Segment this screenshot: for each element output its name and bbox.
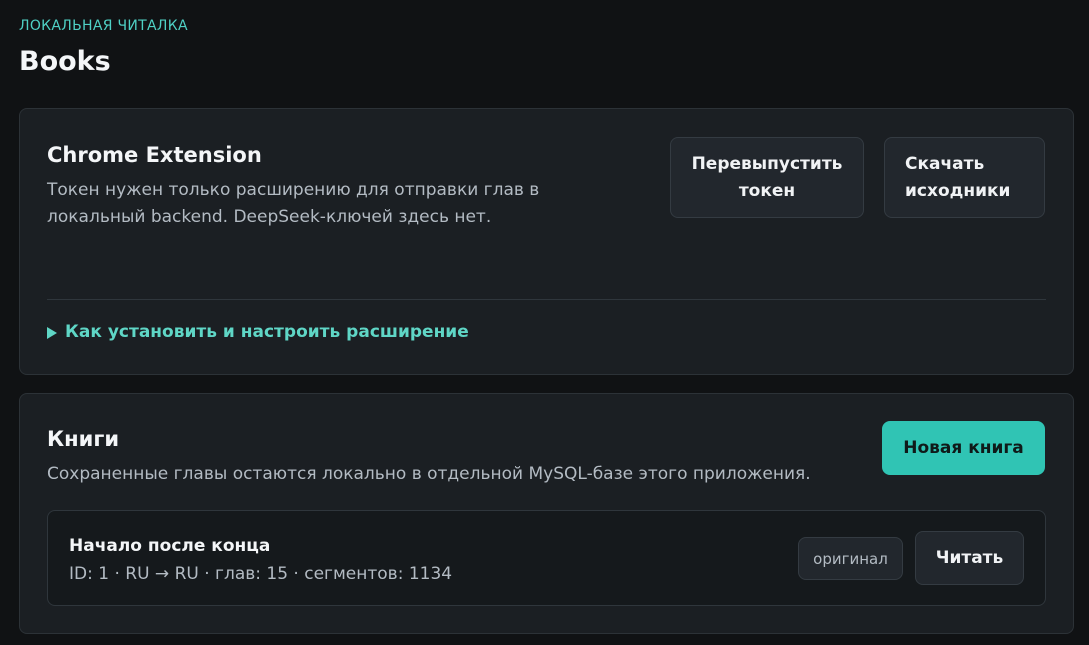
triangle-right-icon	[47, 326, 57, 339]
divider	[47, 299, 1046, 300]
setup-instructions-toggle[interactable]: Как установить и настроить расширение	[47, 320, 469, 344]
book-meta: ID: 1 · RU → RU · глав: 15 · сегментов: …	[69, 564, 453, 584]
download-sources-label-line: исходники	[905, 180, 1011, 201]
book-list-item: Начало после конца ID: 1 · RU → RU · гла…	[47, 510, 1046, 606]
download-sources-button[interactable]: Скачать исходники	[884, 137, 1045, 218]
page: ЛОКАЛЬНАЯ ЧИТАЛКА Books Chrome Extension…	[0, 0, 1089, 645]
book-status-badge: оригинал	[798, 537, 903, 580]
books-card: Книги Сохраненные главы остаются локальн…	[19, 393, 1074, 634]
new-book-button[interactable]: Новая книга	[882, 421, 1045, 475]
books-title: Книги	[47, 427, 120, 451]
extension-title: Chrome Extension	[47, 143, 262, 167]
extension-description: Токен нужен только расширению для отправ…	[47, 177, 539, 231]
reissue-token-button[interactable]: Перевыпустить токен	[670, 137, 864, 218]
book-title: Начало после конца	[69, 536, 271, 556]
download-sources-label-line: Скачать	[905, 153, 985, 174]
page-title: Books	[19, 46, 111, 77]
reissue-token-label-line: токен	[738, 180, 796, 201]
reissue-token-label-line: Перевыпустить	[691, 153, 843, 174]
books-description: Сохраненные главы остаются локально в от…	[47, 464, 811, 484]
page-eyebrow: ЛОКАЛЬНАЯ ЧИТАЛКА	[19, 18, 188, 34]
setup-instructions-label: Как установить и настроить расширение	[65, 322, 469, 342]
read-book-button[interactable]: Читать	[915, 531, 1024, 585]
extension-card: Chrome Extension Токен нужен только расш…	[19, 108, 1074, 375]
extension-description-line: локальный backend. DeepSeek-ключей здесь…	[47, 207, 492, 227]
extension-description-line: Токен нужен только расширению для отправ…	[47, 180, 540, 200]
